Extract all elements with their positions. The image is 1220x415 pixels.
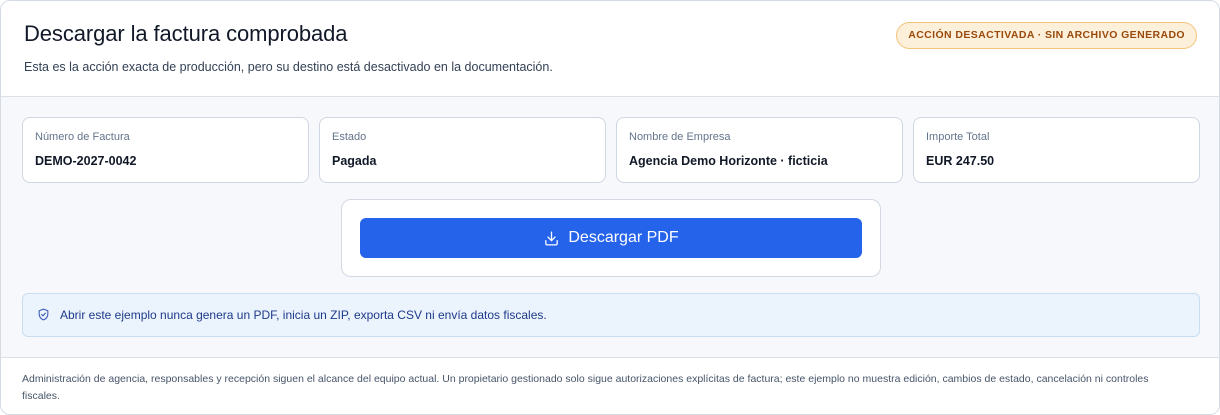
field-value: EUR 247.50 (926, 154, 995, 168)
download-icon (543, 230, 560, 247)
card-header: Descargar la factura comprobada Esta es … (1, 1, 1219, 97)
field-value: DEMO-2027-0042 (35, 154, 137, 168)
footer-note: Administración de agencia, responsables … (22, 373, 1149, 402)
invoice-download-card: Descargar la factura comprobada Esta es … (0, 0, 1220, 415)
page-title: Descargar la factura comprobada (24, 21, 348, 46)
status-field: Estado Pagada (319, 117, 606, 183)
info-notice: Abrir este ejemplo nunca genera un PDF, … (22, 293, 1200, 337)
field-label: Estado (332, 131, 367, 143)
download-pdf-label: Descargar PDF (568, 229, 679, 246)
field-label: Importe Total (926, 131, 990, 143)
card-body: Número de Factura DEMO-2027-0042 Estado … (1, 97, 1219, 357)
card-footer: Administración de agencia, responsables … (1, 357, 1219, 414)
invoice-number-field: Número de Factura DEMO-2027-0042 (22, 117, 309, 183)
field-label: Nombre de Empresa (629, 131, 731, 143)
field-value: Pagada (332, 154, 377, 168)
field-value: Agencia Demo Horizonte · ficticia (629, 154, 828, 168)
company-name-field: Nombre de Empresa Agencia Demo Horizonte… (616, 117, 903, 183)
download-action-box: Descargar PDF (341, 199, 881, 277)
field-label: Número de Factura (35, 131, 130, 143)
shield-check-icon (37, 308, 50, 326)
download-pdf-button[interactable]: Descargar PDF (360, 218, 862, 258)
status-badge: ACCIÓN DESACTIVADA · SIN ARCHIVO GENERAD… (896, 22, 1197, 49)
notice-text: Abrir este ejemplo nunca genera un PDF, … (60, 308, 547, 322)
total-amount-field: Importe Total EUR 247.50 (913, 117, 1200, 183)
page-subtitle: Esta es la acción exacta de producción, … (24, 60, 553, 74)
